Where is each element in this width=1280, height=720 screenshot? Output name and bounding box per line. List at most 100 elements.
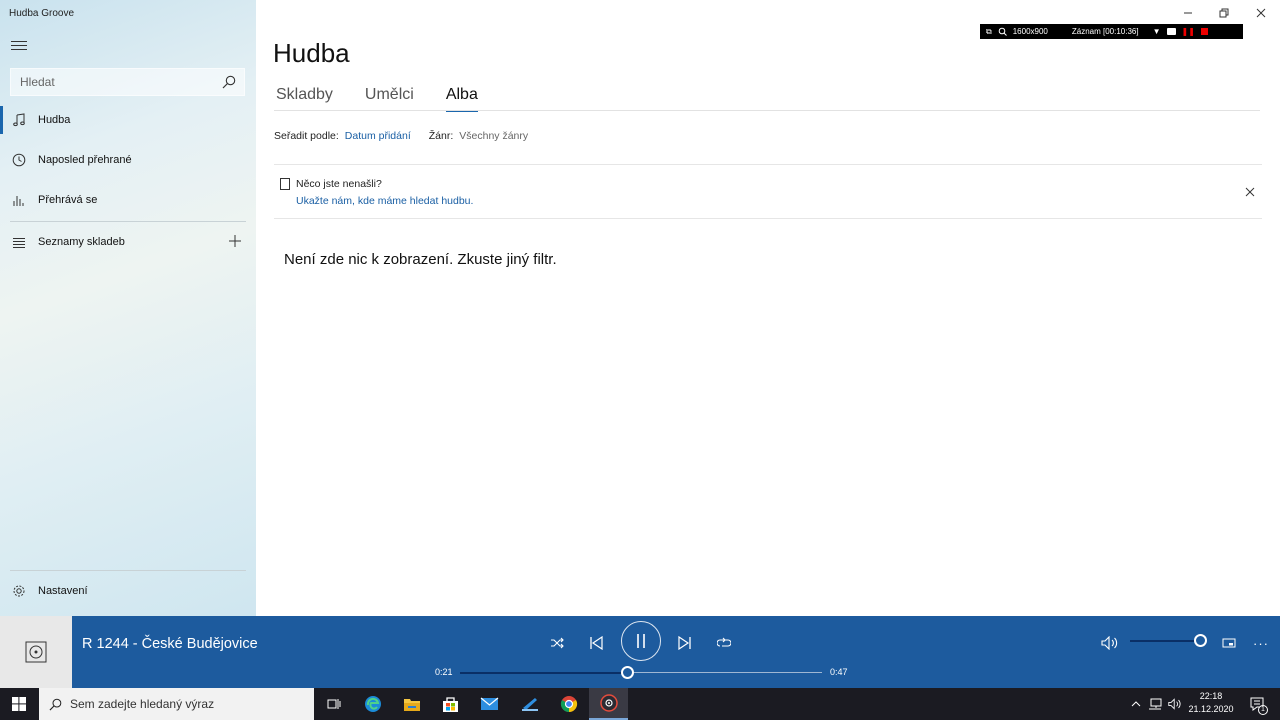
speaker-icon (1101, 636, 1118, 650)
sort-dropdown[interactable]: Datum přidání (345, 130, 411, 142)
filter-bar: Seřadit podle: Datum přidání Žánr: Všech… (274, 130, 528, 142)
genre-dropdown[interactable]: Všechny žánry (459, 130, 528, 142)
tabs-divider (274, 110, 1260, 111)
recorder-status: Záznam [00:10:36] (1071, 27, 1139, 36)
store-bag-icon (443, 696, 458, 712)
clock-icon (12, 153, 26, 167)
hamburger-menu-icon[interactable] (11, 41, 27, 53)
taskbar-groove-music[interactable] (589, 688, 628, 720)
previous-button[interactable] (582, 629, 610, 657)
volume-level (1130, 639, 1200, 642)
magnifier-icon[interactable] (998, 27, 1007, 36)
sidebar-item-settings[interactable]: Nastavení (0, 573, 256, 609)
seek-bar[interactable] (460, 666, 822, 679)
more-options-button[interactable]: ··· (1247, 629, 1275, 657)
network-icon (1149, 698, 1162, 710)
close-icon (1256, 8, 1266, 18)
sidebar-item-now-playing[interactable]: Přehrává se (0, 182, 256, 218)
minimize-button[interactable] (1178, 4, 1198, 22)
taskbar-edge[interactable] (353, 688, 392, 720)
music-note-icon (13, 113, 25, 127)
elapsed-time: 0:21 (435, 667, 453, 677)
player-bar: R 1244 - České Budějovice 0:21 0:47 ··· (0, 616, 1280, 688)
taskbar-store[interactable] (431, 688, 470, 720)
volume-tray-button[interactable] (1166, 688, 1184, 720)
sidebar-item-recent[interactable]: Naposled přehrané (0, 142, 256, 178)
track-title[interactable]: R 1244 - České Budějovice (82, 636, 258, 652)
start-button[interactable] (0, 688, 38, 720)
add-playlist-icon[interactable] (228, 234, 242, 248)
recorder-toolbar: ⧉ 1600x900 Záznam [00:10:36] ▼ ❚❚ (980, 24, 1243, 39)
recorder-resolution: 1600x900 (1012, 27, 1048, 36)
sidebar-item-label: Nastavení (38, 585, 88, 597)
windows-logo-icon (12, 697, 26, 711)
remaining-time: 0:47 (830, 667, 848, 677)
taskbar-clock[interactable]: 22:18 21.12.2020 (1184, 690, 1238, 716)
app-title: Hudba Groove (9, 8, 75, 19)
volume-button[interactable] (1096, 629, 1124, 657)
notice-link[interactable]: Ukažte nám, kde máme hledat hudbu. (296, 195, 473, 207)
volume-thumb[interactable] (1194, 634, 1207, 647)
restore-icon (1219, 8, 1229, 18)
sidebar-item-music[interactable]: Hudba (0, 102, 256, 138)
tab-albums[interactable]: Alba (445, 86, 478, 112)
app-icon (521, 698, 538, 711)
task-view-button[interactable] (314, 688, 353, 720)
sidebar-item-label: Seznamy skladeb (38, 236, 125, 248)
equalizer-icon (13, 196, 24, 206)
windows-taskbar: Sem zadejte hledaný výraz 22:18 21.12.20… (0, 688, 1280, 720)
mail-icon (480, 697, 499, 710)
next-button[interactable] (671, 629, 699, 657)
action-center-button[interactable]: 1 (1242, 688, 1272, 720)
volume-slider[interactable] (1130, 634, 1207, 647)
disc-placeholder-icon (25, 641, 47, 663)
mini-player-button[interactable] (1215, 629, 1243, 657)
stop-record-icon[interactable] (1200, 28, 1208, 35)
search-input[interactable] (11, 69, 211, 95)
pause-record-icon[interactable]: ❚❚ (1182, 27, 1195, 36)
pause-button[interactable] (621, 621, 661, 661)
taskbar-app-blue[interactable] (510, 688, 549, 720)
sort-label: Seřadit podle: (274, 130, 339, 142)
seek-thumb[interactable] (620, 666, 634, 679)
divider (274, 218, 1262, 219)
ellipsis-icon: ··· (1253, 635, 1269, 651)
minimize-icon (1184, 12, 1192, 14)
search-icon (49, 698, 62, 710)
edge-browser-icon (364, 696, 381, 712)
taskbar-search-field[interactable]: Sem zadejte hledaný výraz (39, 688, 314, 720)
camera-icon[interactable] (1166, 28, 1176, 35)
close-window-button[interactable] (1251, 4, 1271, 22)
tab-songs[interactable]: Skladby (276, 86, 333, 112)
playlist-icon (13, 238, 25, 248)
notice-title: Něco jste nenašli? (296, 178, 382, 190)
sidebar: Hudba Groove Hudba (0, 0, 256, 616)
dismiss-notice-icon[interactable] (1242, 184, 1258, 200)
tab-artists[interactable]: Umělci (365, 86, 414, 112)
sidebar-item-playlists[interactable]: Seznamy skladeb (0, 224, 256, 260)
shuffle-button[interactable] (543, 629, 571, 657)
tab-bar: Skladby Umělci Alba (276, 86, 510, 112)
page-title: Hudba (273, 38, 350, 68)
groove-music-window: Hudba Groove Hudba (0, 0, 1280, 616)
album-art[interactable] (0, 616, 72, 688)
taskbar-file-explorer[interactable] (392, 688, 431, 720)
sidebar-divider (10, 570, 246, 571)
show-hidden-icons-button[interactable] (1128, 688, 1144, 720)
volume-icon (1168, 698, 1181, 710)
search-icon[interactable] (222, 75, 236, 89)
repeat-button[interactable] (710, 629, 738, 657)
groove-music-icon (599, 694, 618, 712)
dropdown-arrow-icon[interactable]: ▼ (1153, 27, 1161, 36)
next-track-icon (678, 636, 691, 650)
sidebar-item-label: Přehrává se (38, 194, 98, 206)
taskbar-mail[interactable] (470, 688, 509, 720)
restore-button[interactable] (1214, 4, 1234, 22)
window-icon[interactable]: ⧉ (986, 27, 992, 37)
folder-icon (403, 698, 420, 711)
clock-date: 21.12.2020 (1188, 704, 1234, 714)
network-button[interactable] (1146, 688, 1164, 720)
search-box (10, 68, 245, 96)
chrome-browser-icon (560, 696, 577, 713)
taskbar-chrome[interactable] (549, 688, 588, 720)
